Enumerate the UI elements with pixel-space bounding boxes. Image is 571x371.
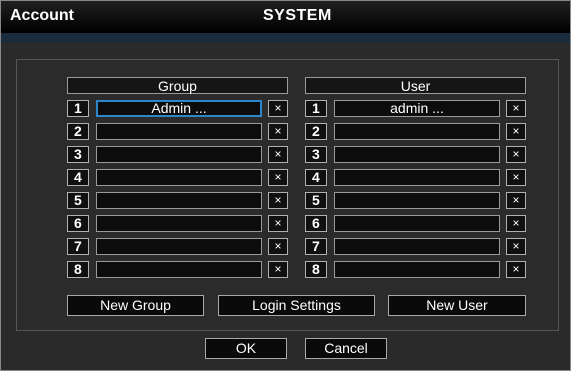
new-group-button[interactable]: New Group (67, 295, 204, 316)
login-settings-button[interactable]: Login Settings (218, 295, 375, 316)
group-row-number: 3 (67, 146, 89, 163)
group-name-field[interactable] (96, 123, 262, 140)
group-row-number: 4 (67, 169, 89, 186)
delete-group-button[interactable]: × (268, 192, 288, 209)
group-row-number: 5 (67, 192, 89, 209)
delete-group-button[interactable]: × (268, 100, 288, 117)
user-row-number: 4 (305, 169, 327, 186)
user-row-number: 6 (305, 215, 327, 232)
delete-user-button[interactable]: × (506, 100, 526, 117)
group-row-number: 2 (67, 123, 89, 140)
delete-group-button[interactable]: × (268, 146, 288, 163)
delete-group-button[interactable]: × (268, 261, 288, 278)
delete-group-button[interactable]: × (268, 169, 288, 186)
group-name-field[interactable] (96, 192, 262, 209)
user-name-field[interactable] (334, 261, 500, 278)
user-row-number: 2 (305, 123, 327, 140)
group-name-field[interactable] (96, 146, 262, 163)
delete-user-button[interactable]: × (506, 123, 526, 140)
new-user-button[interactable]: New User (388, 295, 526, 316)
group-name-field[interactable] (96, 215, 262, 232)
user-name-field[interactable] (334, 192, 500, 209)
group-name-field[interactable] (96, 238, 262, 255)
delete-user-button[interactable]: × (506, 146, 526, 163)
title-divider (1, 33, 570, 43)
user-name-field[interactable]: admin ... (334, 100, 500, 117)
delete-user-button[interactable]: × (506, 215, 526, 232)
user-name-field[interactable] (334, 146, 500, 163)
group-column-header: Group (67, 77, 288, 94)
user-name-field[interactable] (334, 238, 500, 255)
account-dialog: Account SYSTEM Group User 1 Admin ... × 2 × 3… (0, 0, 571, 371)
user-name-field[interactable] (334, 123, 500, 140)
delete-user-button[interactable]: × (506, 238, 526, 255)
ok-button[interactable]: OK (205, 338, 287, 359)
user-row-number: 5 (305, 192, 327, 209)
user-row-number: 7 (305, 238, 327, 255)
delete-group-button[interactable]: × (268, 238, 288, 255)
section-title: SYSTEM (263, 7, 332, 24)
group-name-field[interactable] (96, 169, 262, 186)
group-row-number: 1 (67, 100, 89, 117)
cancel-button[interactable]: Cancel (305, 338, 387, 359)
user-row-number: 3 (305, 146, 327, 163)
user-name-field[interactable] (334, 215, 500, 232)
group-row-number: 7 (67, 238, 89, 255)
user-row-number: 1 (305, 100, 327, 117)
user-column-header: User (305, 77, 526, 94)
group-row-number: 6 (67, 215, 89, 232)
window-title: Account (10, 7, 74, 24)
group-name-field[interactable] (96, 261, 262, 278)
user-name-field[interactable] (334, 169, 500, 186)
group-name-field[interactable]: Admin ... (96, 100, 262, 117)
delete-user-button[interactable]: × (506, 261, 526, 278)
group-row-number: 8 (67, 261, 89, 278)
delete-user-button[interactable]: × (506, 169, 526, 186)
delete-group-button[interactable]: × (268, 215, 288, 232)
delete-group-button[interactable]: × (268, 123, 288, 140)
delete-user-button[interactable]: × (506, 192, 526, 209)
user-row-number: 8 (305, 261, 327, 278)
title-bar: Account SYSTEM (1, 1, 570, 33)
